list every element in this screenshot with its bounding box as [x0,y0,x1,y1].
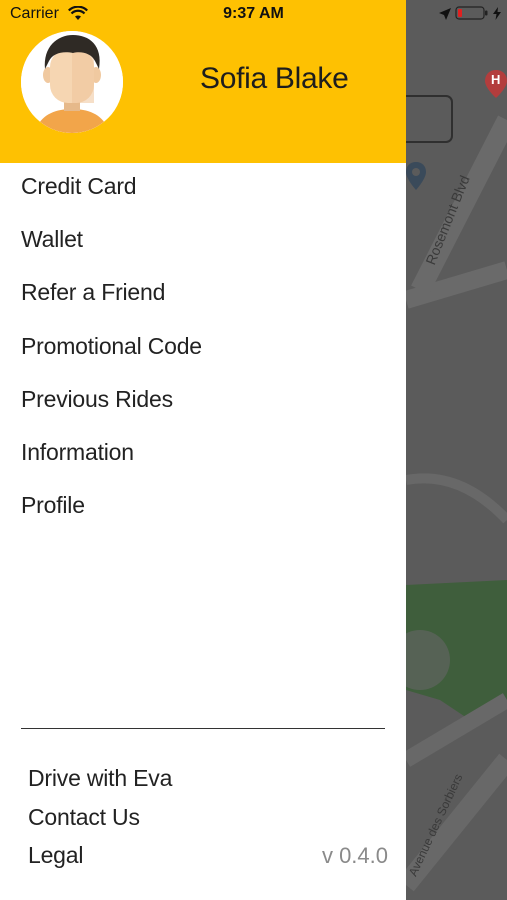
menu-item-refer-a-friend[interactable]: Refer a Friend [21,279,165,306]
footer-item-contact-us[interactable]: Contact Us [28,804,140,831]
avatar-icon [21,31,123,133]
status-bar: Carrier 9:37 AM [0,0,507,30]
menu-item-wallet[interactable]: Wallet [21,226,83,253]
status-time: 9:37 AM [223,5,284,22]
location-arrow-icon [439,7,451,25]
footer-item-drive-with-eva[interactable]: Drive with Eva [28,765,172,792]
avatar[interactable] [21,31,123,133]
charging-bolt-icon [493,6,501,25]
footer-item-legal[interactable]: Legal [28,842,83,869]
menu-item-information[interactable]: Information [21,439,134,466]
hospital-pin-label: H [491,72,501,87]
menu-item-credit-card[interactable]: Credit Card [21,173,137,200]
status-right-group [439,6,501,25]
app-version: v 0.4.0 [321,843,388,868]
side-drawer: Sofia Blake Credit Card Wallet Refer a F… [0,0,406,900]
footer-divider [21,728,385,729]
menu-item-previous-rides[interactable]: Previous Rides [21,386,173,413]
menu-item-promotional-code[interactable]: Promotional Code [21,333,202,360]
battery-icon [455,6,489,25]
user-name: Sofia Blake [200,62,349,95]
hospital-pin-icon[interactable]: H [485,70,507,98]
menu-item-profile[interactable]: Profile [21,492,85,519]
